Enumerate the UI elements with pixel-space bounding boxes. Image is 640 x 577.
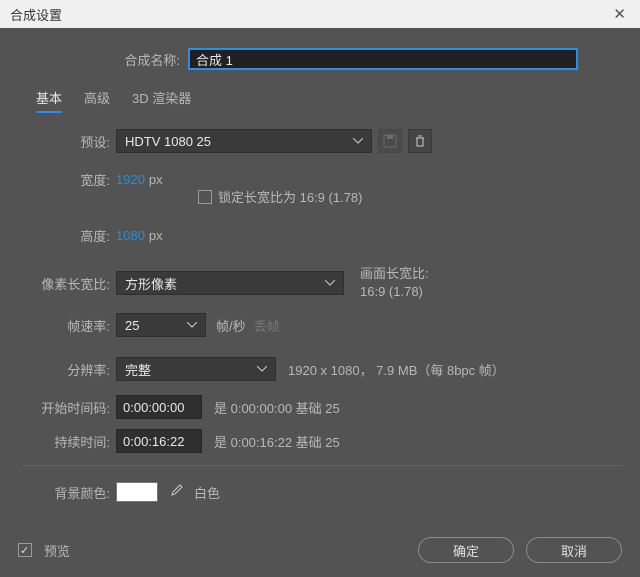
tabs: 基本 高级 3D 渲染器 xyxy=(18,88,622,113)
start-timecode-label: 开始时间码: xyxy=(22,398,116,417)
far-label: 画面长宽比: xyxy=(360,265,429,283)
resolution-value: 完整 xyxy=(125,360,151,379)
preview-label: 预览 xyxy=(44,541,70,560)
resolution-dropdown[interactable]: 完整 xyxy=(116,357,276,381)
start-timecode-input[interactable]: 0:00:00:00 xyxy=(116,395,202,419)
trash-icon[interactable] xyxy=(408,129,432,153)
composition-name-label: 合成名称: xyxy=(18,50,188,69)
height-unit: px xyxy=(149,228,163,243)
bgcolor-name: 白色 xyxy=(194,483,220,502)
start-timecode-info: 是 0:00:00:00 基础 25 xyxy=(214,398,340,417)
titlebar: 合成设置 ✕ xyxy=(0,0,640,28)
fps-unit: 帧/秒 xyxy=(216,316,246,335)
lock-aspect-label: 锁定长宽比为 16:9 (1.78) xyxy=(218,187,363,206)
resolution-label: 分辨率: xyxy=(22,360,116,379)
height-input[interactable]: 1080 xyxy=(116,228,145,243)
frame-aspect-info: 画面长宽比: 16:9 (1.78) xyxy=(360,265,429,301)
save-preset-icon[interactable] xyxy=(378,129,402,153)
far-value: 16:9 (1.78) xyxy=(360,283,429,301)
width-input[interactable]: 1920 xyxy=(116,172,145,187)
par-value: 方形像素 xyxy=(125,274,177,293)
footer: 预览 确定 取消 xyxy=(0,525,640,577)
preview-checkbox[interactable] xyxy=(18,543,32,557)
width-label: 宽度: xyxy=(22,170,116,189)
width-unit: px xyxy=(149,172,163,187)
eyedropper-icon[interactable] xyxy=(168,483,184,502)
preset-value: HDTV 1080 25 xyxy=(125,134,211,149)
chevron-down-icon xyxy=(353,138,363,144)
window-title: 合成设置 xyxy=(10,5,62,24)
composition-name-row: 合成名称: xyxy=(18,48,622,70)
preset-dropdown[interactable]: HDTV 1080 25 xyxy=(116,129,372,153)
resolution-info: 1920 x 1080， 7.9 MB（每 8bpc 帧） xyxy=(288,360,505,379)
divider xyxy=(22,465,622,466)
bgcolor-swatch[interactable] xyxy=(116,482,158,502)
chevron-down-icon xyxy=(325,280,335,286)
bgcolor-label: 背景颜色: xyxy=(22,483,116,502)
lock-aspect-checkbox[interactable] xyxy=(198,190,212,204)
tab-basic[interactable]: 基本 xyxy=(36,88,62,113)
duration-label: 持续时间: xyxy=(22,432,116,451)
fps-dropdown[interactable]: 25 xyxy=(116,313,206,337)
tab-3d-renderer[interactable]: 3D 渲染器 xyxy=(132,88,191,113)
composition-name-input[interactable] xyxy=(188,48,578,70)
duration-info: 是 0:00:16:22 基础 25 xyxy=(214,432,340,451)
par-label: 像素长宽比: xyxy=(22,274,116,293)
fps-value: 25 xyxy=(125,318,139,333)
tab-advanced[interactable]: 高级 xyxy=(84,88,110,113)
ok-button[interactable]: 确定 xyxy=(418,537,514,563)
chevron-down-icon xyxy=(187,322,197,328)
height-label: 高度: xyxy=(22,226,116,245)
cancel-button[interactable]: 取消 xyxy=(526,537,622,563)
fps-dropframe: 丢帧 xyxy=(254,316,280,335)
fps-label: 帧速率: xyxy=(22,316,116,335)
duration-input[interactable]: 0:00:16:22 xyxy=(116,429,202,453)
close-icon[interactable]: ✕ xyxy=(607,3,632,25)
par-dropdown[interactable]: 方形像素 xyxy=(116,271,344,295)
preset-label: 预设: xyxy=(22,132,116,151)
chevron-down-icon xyxy=(257,366,267,372)
